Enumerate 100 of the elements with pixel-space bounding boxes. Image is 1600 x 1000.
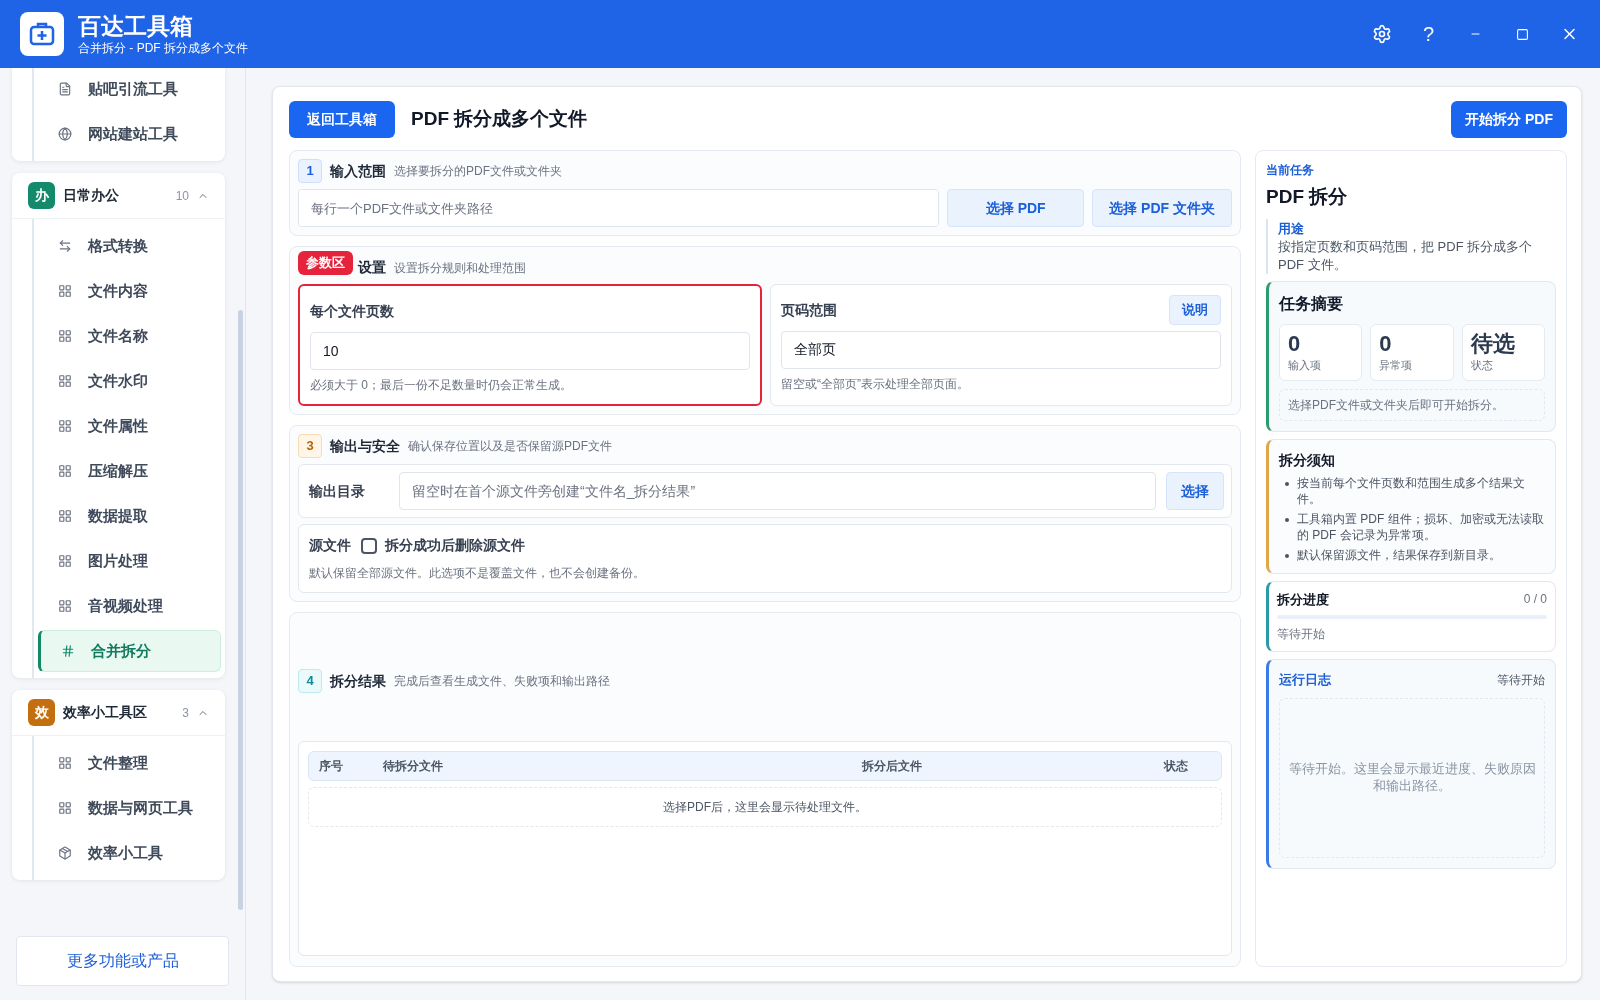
sidebar-item[interactable]: 格式转换 — [38, 225, 221, 267]
progress-title: 拆分进度 — [1277, 590, 1329, 609]
notice-title: 拆分须知 — [1279, 450, 1336, 470]
delete-source-checkbox[interactable]: 拆分成功后删除源文件 — [361, 535, 525, 556]
sidebar-item[interactable]: 效率小工具 — [38, 832, 221, 874]
help-button[interactable]: ? — [1418, 19, 1439, 49]
sidebar-item[interactable]: 贴吧引流工具 — [38, 68, 221, 110]
field-label: 每个文件页数 — [310, 301, 394, 321]
select-button[interactable]: 选择 PDF — [947, 189, 1085, 227]
empty-table-message: 选择PDF后，这里会显示待处理文件。 — [308, 787, 1222, 827]
grid-icon — [58, 374, 72, 388]
column-header: 状态 — [1162, 758, 1189, 775]
step-number: 3 — [298, 434, 322, 458]
field-label: 页码范围 — [781, 300, 837, 320]
sidebar-item[interactable]: 文件名称 — [38, 315, 221, 357]
notice-item: 工具箱内置 PDF 组件；损坏、加密或无法读取的 PDF 会记录为异常项。 — [1297, 510, 1545, 543]
notice-item: 按当前每个文件页数和范围生成多个结果文件。 — [1297, 474, 1526, 507]
purpose-label: 用途 — [1278, 219, 1305, 238]
globe-icon — [58, 127, 72, 141]
help-button[interactable]: 说明 — [1169, 295, 1221, 325]
sidebar-item[interactable]: 网站建站工具 — [38, 113, 221, 155]
bullet-icon — [1285, 553, 1289, 558]
swap-icon — [58, 239, 72, 253]
stat-label: 异常项 — [1379, 358, 1414, 373]
field-label: 源文件 — [309, 536, 351, 555]
sidebar-item[interactable]: 图片处理 — [38, 540, 221, 582]
log-status: 等待开始 — [1497, 671, 1545, 689]
stat-label: 输入项 — [1288, 358, 1322, 373]
grid-icon — [58, 419, 72, 433]
grid-icon — [58, 801, 72, 815]
stat-value: 0 — [1379, 331, 1393, 357]
panel-title: PDF 拆分 — [1266, 185, 1349, 209]
sidebar-item[interactable]: 文件整理 — [38, 742, 221, 784]
column-header: 待拆分文件 — [383, 758, 444, 775]
stat-value: 待选 — [1470, 331, 1516, 357]
section-title: 输入范围 — [330, 161, 386, 181]
stat-label: 状态 — [1470, 358, 1494, 373]
settings-icon[interactable] — [1372, 24, 1392, 44]
grid-icon — [58, 554, 72, 568]
section-hint: 确认保存位置以及是否保留源PDF文件 — [408, 438, 612, 455]
sidebar-item[interactable]: 音视频处理 — [38, 585, 221, 627]
sidebar-item[interactable]: 文件内容 — [38, 270, 221, 312]
grid-icon — [58, 599, 72, 613]
hash-icon — [61, 644, 75, 658]
field-input[interactable]: 全部页 — [781, 331, 1221, 369]
back-button[interactable]: 返回工具箱 — [289, 101, 395, 138]
sidebar-item[interactable]: 文件水印 — [38, 360, 221, 402]
sidebar-item[interactable]: 合并拆分 — [38, 630, 221, 672]
field-note: 留空或“全部页”表示处理全部页面。 — [781, 376, 970, 393]
choose-button[interactable]: 选择 — [1166, 472, 1224, 510]
bullet-icon — [1285, 517, 1289, 522]
package-icon — [58, 846, 72, 860]
panel-label: 当前任务 — [1266, 162, 1315, 179]
step-number: 1 — [298, 159, 322, 183]
sidebar-item[interactable]: 数据提取 — [38, 495, 221, 537]
progress-count: 0 / 0 — [1523, 591, 1547, 609]
app-subtitle: 合并拆分 - PDF 拆分成多个文件 — [78, 40, 248, 56]
sidebar-item[interactable]: 数据与网页工具 — [38, 787, 221, 829]
page-title: PDF 拆分成多个文件 — [411, 107, 588, 132]
start-button[interactable]: 开始拆分 PDF — [1451, 101, 1567, 138]
progress-status: 等待开始 — [1277, 626, 1326, 643]
more-products-button[interactable]: 更多功能或产品 — [16, 936, 229, 986]
grid-icon — [58, 329, 72, 343]
document-icon — [58, 82, 72, 96]
log-empty-message: 等待开始。这里会显示最近进度、失败原因和输出路径。 — [1279, 697, 1545, 858]
path-input[interactable]: 每行一个PDF文件或文件夹路径 — [298, 189, 940, 227]
log-title: 运行日志 — [1279, 671, 1331, 689]
source-note: 默认保留全部源文件。此选项不是覆盖文件，也不会创建备份。 — [309, 565, 646, 582]
column-header: 拆分后文件 — [861, 758, 923, 775]
field-label: 输出目录 — [309, 481, 366, 501]
group-count: 3 — [182, 704, 189, 722]
grid-icon — [58, 509, 72, 523]
purpose-text: 按指定页数和页码范围，把 PDF 拆分成多个 PDF 文件。 — [1278, 238, 1534, 274]
bullet-icon — [1285, 481, 1289, 486]
section-hint: 设置拆分规则和处理范围 — [394, 259, 526, 277]
group-title: 日常办公 — [63, 186, 120, 205]
section-hint: 选择要拆分的PDF文件或文件夹 — [394, 163, 562, 180]
notice-item: 默认保留源文件，结果保存到新目录。 — [1297, 546, 1501, 563]
group-badge: 办 — [28, 182, 55, 209]
sidebar-item[interactable]: 压缩解压 — [38, 450, 221, 492]
step-number: 4 — [298, 669, 322, 693]
app-logo-icon — [20, 12, 64, 56]
section-title: 拆分结果 — [330, 671, 386, 691]
field-input[interactable]: 10 — [310, 332, 750, 370]
section-hint: 完成后查看生成文件、失败项和输出路径 — [394, 673, 610, 690]
group-count: 10 — [175, 187, 189, 205]
field-note: 必须大于 0；最后一份不足数量时仍会正常生成。 — [310, 377, 573, 394]
summary-title: 任务摘要 — [1279, 294, 1344, 314]
app-title: 百达工具箱 — [78, 12, 194, 40]
select-button[interactable]: 选择 PDF 文件夹 — [1092, 189, 1232, 227]
summary-note: 选择PDF文件或文件夹后即可开始拆分。 — [1279, 388, 1545, 421]
stat-value: 0 — [1288, 331, 1302, 357]
sidebar-item[interactable]: 文件属性 — [38, 405, 221, 447]
output-dir-input[interactable]: 留空时在首个源文件旁创建“文件名_拆分结果” — [399, 472, 1156, 510]
grid-icon — [58, 464, 72, 478]
grid-icon — [58, 284, 72, 298]
params-tag: 参数区 — [298, 251, 353, 275]
group-title: 效率小工具区 — [63, 703, 148, 722]
section-title: 输出与安全 — [330, 436, 400, 456]
grid-icon — [58, 756, 72, 770]
